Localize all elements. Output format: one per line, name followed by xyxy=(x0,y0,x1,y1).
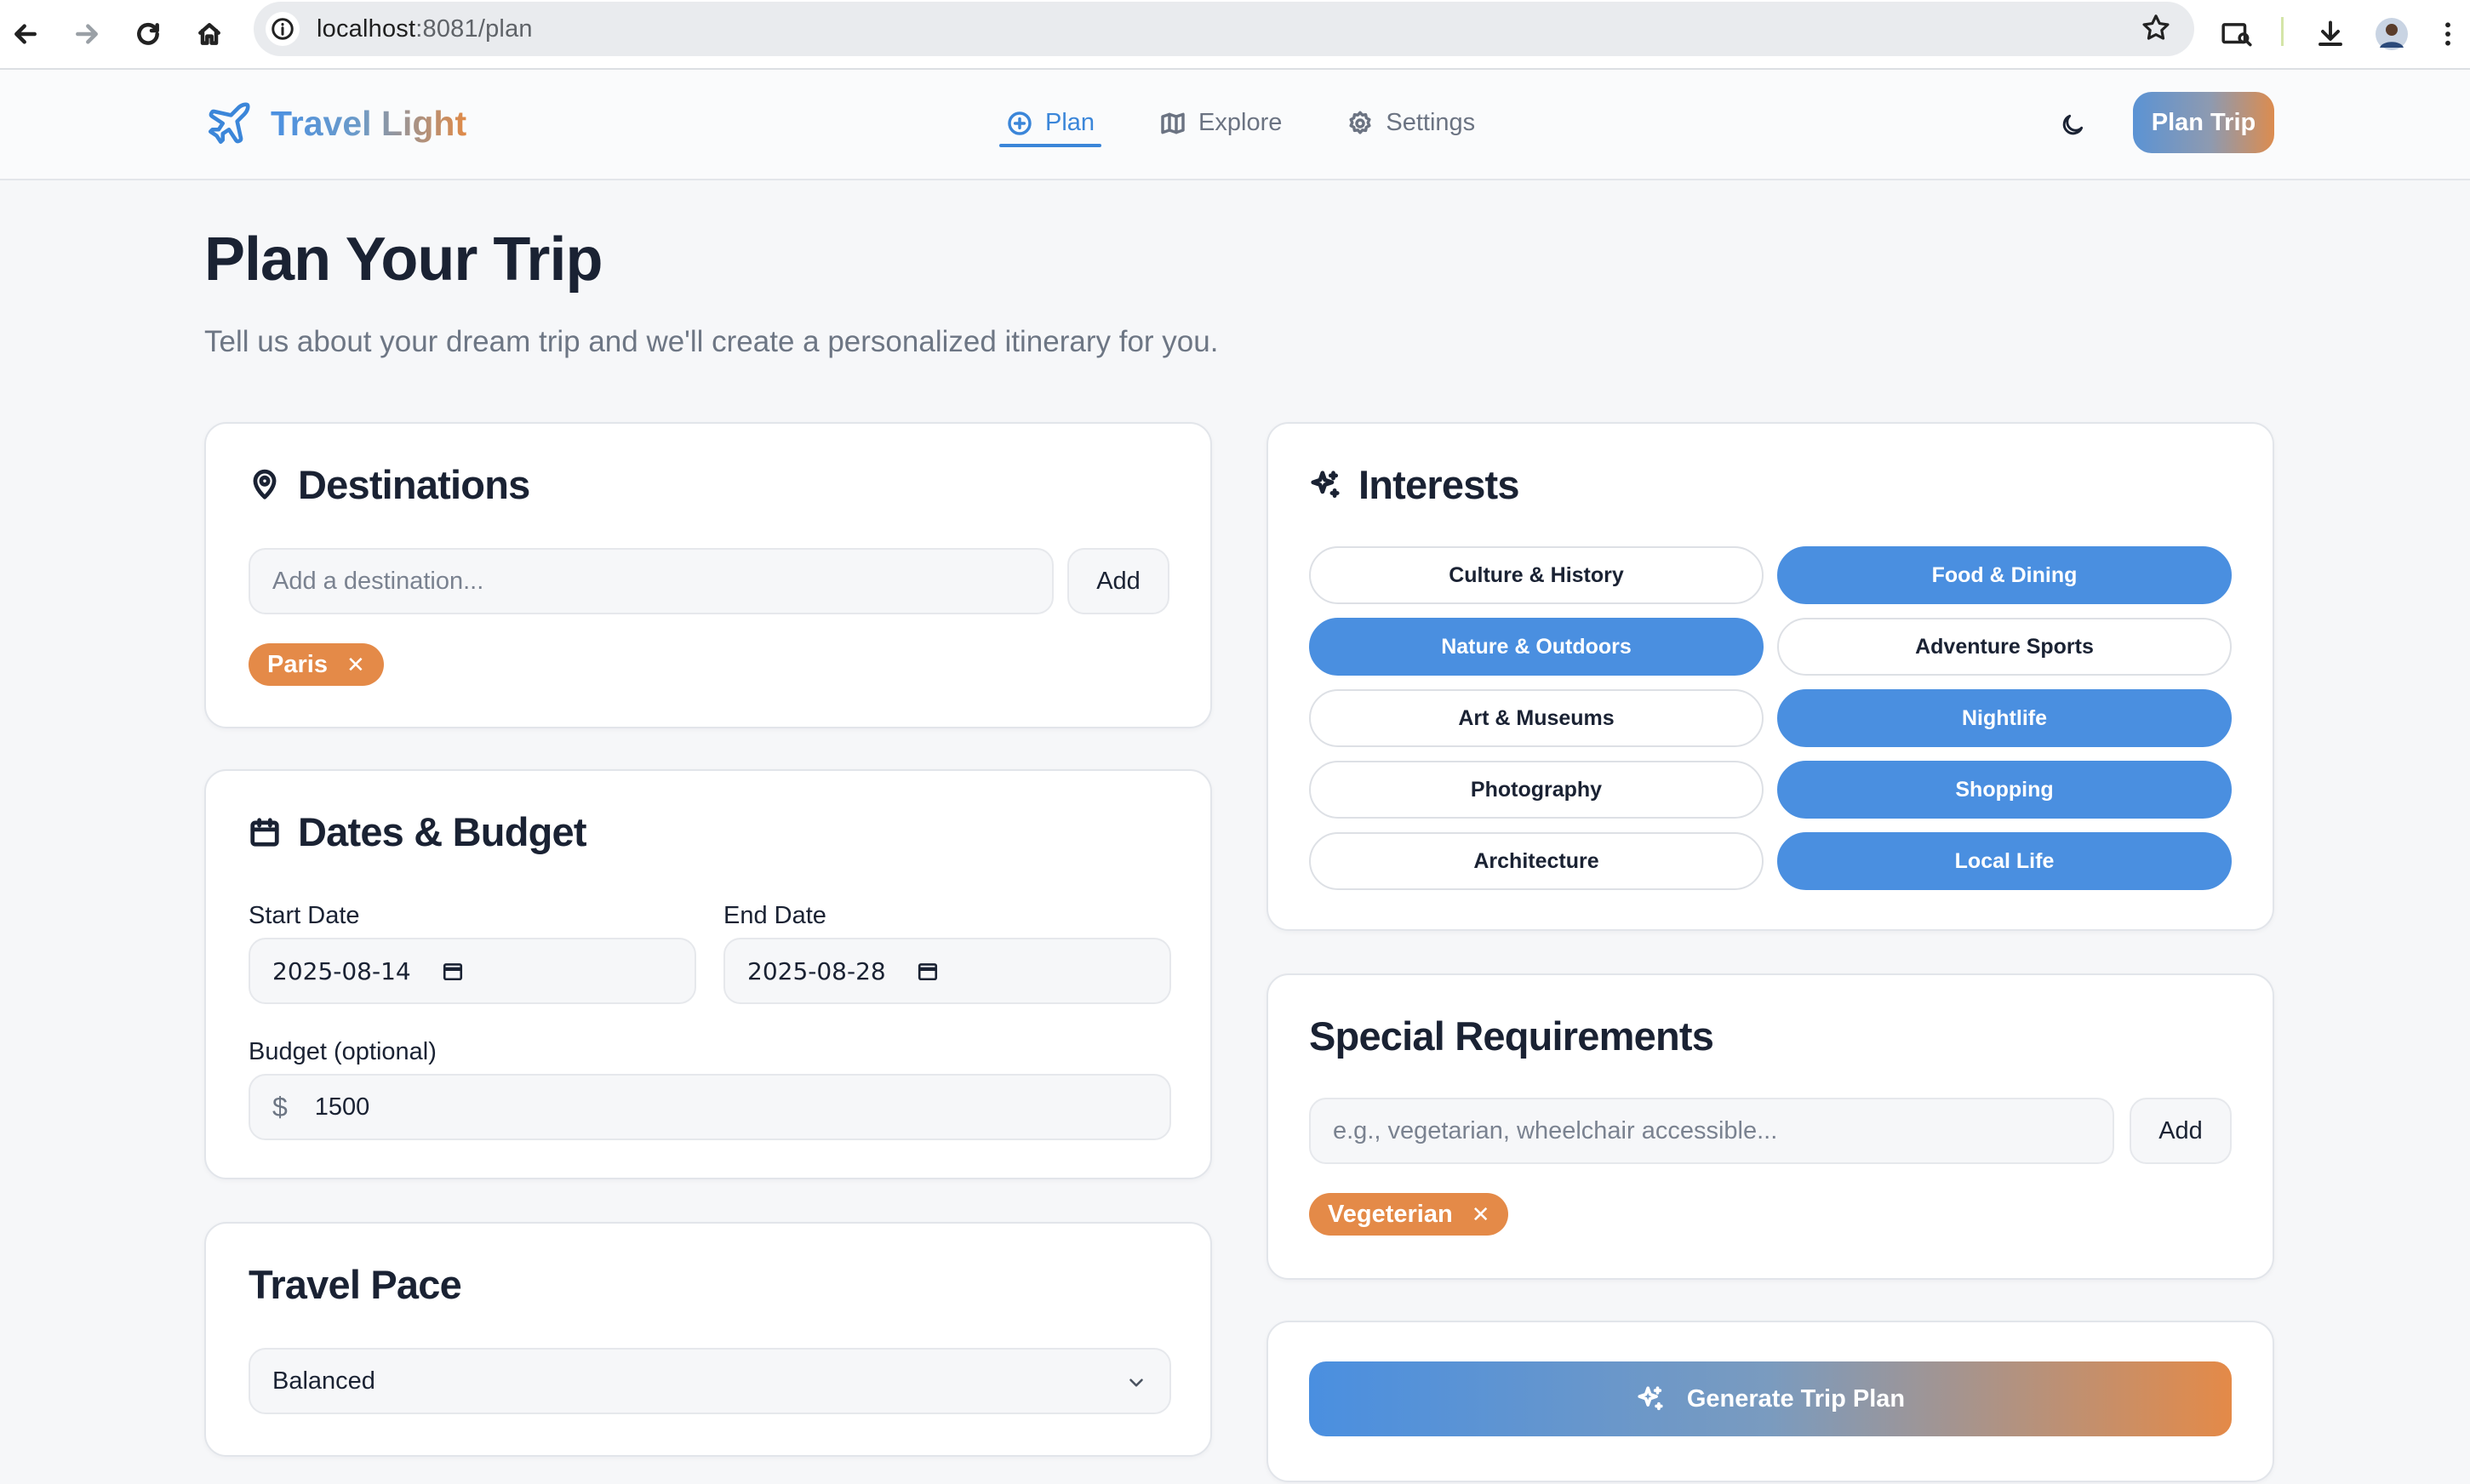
interests-card: Interests Culture & History Food & Dining… xyxy=(1266,422,2274,931)
start-date-label: Start Date xyxy=(249,902,360,929)
url-text: localhost:8081/plan xyxy=(317,14,533,43)
destinations-card: Destinations Add a destination... Add Pa… xyxy=(204,422,1212,728)
moon-icon xyxy=(2062,114,2084,135)
interest-label: Shopping xyxy=(1955,777,2054,802)
interest-label: Local Life xyxy=(1954,848,2055,873)
page-title: Plan Your Trip xyxy=(204,225,603,294)
travel-pace-title: Travel Pace xyxy=(249,1262,462,1307)
forward-icon[interactable] xyxy=(65,12,109,56)
interest-toggle[interactable]: Nature & Outdoors xyxy=(1309,618,1764,676)
interest-toggle[interactable]: Adventure Sports xyxy=(1777,618,2232,676)
download-icon[interactable] xyxy=(2308,12,2353,56)
special-requirements-title: Special Requirements xyxy=(1309,1013,1714,1059)
back-icon[interactable] xyxy=(3,12,48,56)
interest-toggle[interactable]: Local Life xyxy=(1777,832,2232,890)
generate-label: Generate Trip Plan xyxy=(1686,1384,1906,1413)
interest-toggle[interactable]: Culture & History xyxy=(1309,546,1764,604)
dates-budget-title: Dates & Budget xyxy=(298,809,587,854)
start-date-input[interactable]: 2025-08-14 xyxy=(249,938,696,1004)
app-header: Travel Light Plan Explore Settings Plan … xyxy=(0,70,2470,180)
site-info-icon[interactable] xyxy=(266,12,300,46)
browser-toolbar: localhost:8081/plan xyxy=(0,0,2470,70)
bookmark-star-icon[interactable] xyxy=(2140,12,2172,49)
plan-trip-button[interactable]: Plan Trip xyxy=(2133,92,2274,153)
nav-plan[interactable]: Plan xyxy=(999,109,1102,147)
theme-toggle-button[interactable] xyxy=(2053,106,2092,145)
reload-icon[interactable] xyxy=(126,12,170,56)
brand-logo[interactable]: Travel Light xyxy=(204,99,466,148)
calendar-picker-icon[interactable] xyxy=(442,960,464,982)
requirement-chip-label: Vegeterian xyxy=(1328,1200,1453,1228)
nav-settings-label: Settings xyxy=(1386,109,1476,136)
dollar-icon: $ xyxy=(272,1091,288,1122)
end-date-input[interactable]: 2025-08-28 xyxy=(723,938,1171,1004)
budget-value: 1500 xyxy=(314,1093,370,1121)
dates-budget-card: Dates & Budget Start Date 2025-08-14 End… xyxy=(204,769,1212,1179)
interests-heading: Interests xyxy=(1309,461,1520,508)
destinations-title: Destinations xyxy=(298,462,530,507)
interest-label: Architecture xyxy=(1473,848,1599,873)
nav-explore-label: Explore xyxy=(1198,109,1283,136)
interest-label: Nature & Outdoors xyxy=(1441,634,1632,659)
interest-label: Food & Dining xyxy=(1931,562,2078,587)
chevron-down-icon xyxy=(1129,1378,1143,1387)
remove-chip-icon[interactable]: ✕ xyxy=(1472,1201,1490,1228)
requirement-chip: Vegeterian ✕ xyxy=(1309,1193,1509,1236)
search-tabs-icon[interactable] xyxy=(2215,12,2259,56)
destinations-heading: Destinations xyxy=(249,461,530,508)
interest-toggle[interactable]: Art & Museums xyxy=(1309,689,1764,747)
brand-name: Travel Light xyxy=(271,103,467,143)
add-requirement-button[interactable]: Add xyxy=(2130,1098,2232,1164)
travel-pace-select[interactable]: Balanced xyxy=(249,1348,1171,1414)
map-icon xyxy=(1161,112,1185,134)
sparkles-icon xyxy=(1638,1386,1663,1411)
remove-chip-icon[interactable]: ✕ xyxy=(346,652,365,678)
travel-pace-value: Balanced xyxy=(272,1367,375,1395)
interest-toggle[interactable]: Nightlife xyxy=(1777,689,2232,747)
requirement-input[interactable]: e.g., vegetarian, wheelchair accessible.… xyxy=(1309,1098,2114,1164)
interest-toggle[interactable]: Food & Dining xyxy=(1777,546,2232,604)
dates-budget-heading: Dates & Budget xyxy=(249,808,587,855)
plus-circle-icon xyxy=(1008,111,1032,135)
nav-settings[interactable]: Settings xyxy=(1340,109,1482,147)
budget-input[interactable]: $ 1500 xyxy=(249,1074,1171,1140)
destination-chip-label: Paris xyxy=(267,650,328,678)
plane-icon xyxy=(208,102,250,145)
interest-label: Culture & History xyxy=(1449,562,1624,587)
gear-icon xyxy=(1349,111,1371,134)
interest-toggle[interactable]: Shopping xyxy=(1777,761,2232,819)
interest-label: Adventure Sports xyxy=(1915,634,2094,659)
nav-explore[interactable]: Explore xyxy=(1152,109,1289,147)
toolbar-divider xyxy=(2281,17,2284,46)
calendar-picker-icon[interactable] xyxy=(917,960,939,982)
home-icon[interactable] xyxy=(187,12,232,56)
special-requirements-card: Special Requirements e.g., vegetarian, w… xyxy=(1266,973,2274,1280)
nav-plan-label: Plan xyxy=(1045,109,1095,136)
interest-toggle[interactable]: Architecture xyxy=(1309,832,1764,890)
end-date-label: End Date xyxy=(723,902,826,929)
interest-toggle[interactable]: Photography xyxy=(1309,761,1764,819)
calendar-icon xyxy=(250,817,279,847)
address-bar[interactable]: localhost:8081/plan xyxy=(254,2,2194,56)
interest-label: Nightlife xyxy=(1962,705,2047,730)
page-subtitle: Tell us about your dream trip and we'll … xyxy=(204,325,1219,358)
add-destination-button[interactable]: Add xyxy=(1067,548,1169,614)
end-date-value: 2025-08-28 xyxy=(747,956,886,985)
main-nav: Plan Explore Settings xyxy=(999,109,1533,147)
map-pin-icon xyxy=(253,469,277,499)
budget-label: Budget (optional) xyxy=(249,1038,437,1065)
interest-label: Art & Museums xyxy=(1458,705,1615,730)
interests-title: Interests xyxy=(1358,462,1520,507)
generate-trip-plan-button[interactable]: Generate Trip Plan xyxy=(1309,1361,2232,1436)
menu-dots-icon[interactable] xyxy=(2431,12,2465,56)
travel-pace-card: Travel Pace Balanced xyxy=(204,1222,1212,1457)
destination-input[interactable]: Add a destination... xyxy=(249,548,1054,614)
profile-avatar[interactable] xyxy=(2370,12,2414,56)
start-date-value: 2025-08-14 xyxy=(272,956,411,985)
destination-chip: Paris ✕ xyxy=(249,643,384,686)
interest-label: Photography xyxy=(1470,777,1603,802)
sparkles-icon xyxy=(1311,470,1340,498)
